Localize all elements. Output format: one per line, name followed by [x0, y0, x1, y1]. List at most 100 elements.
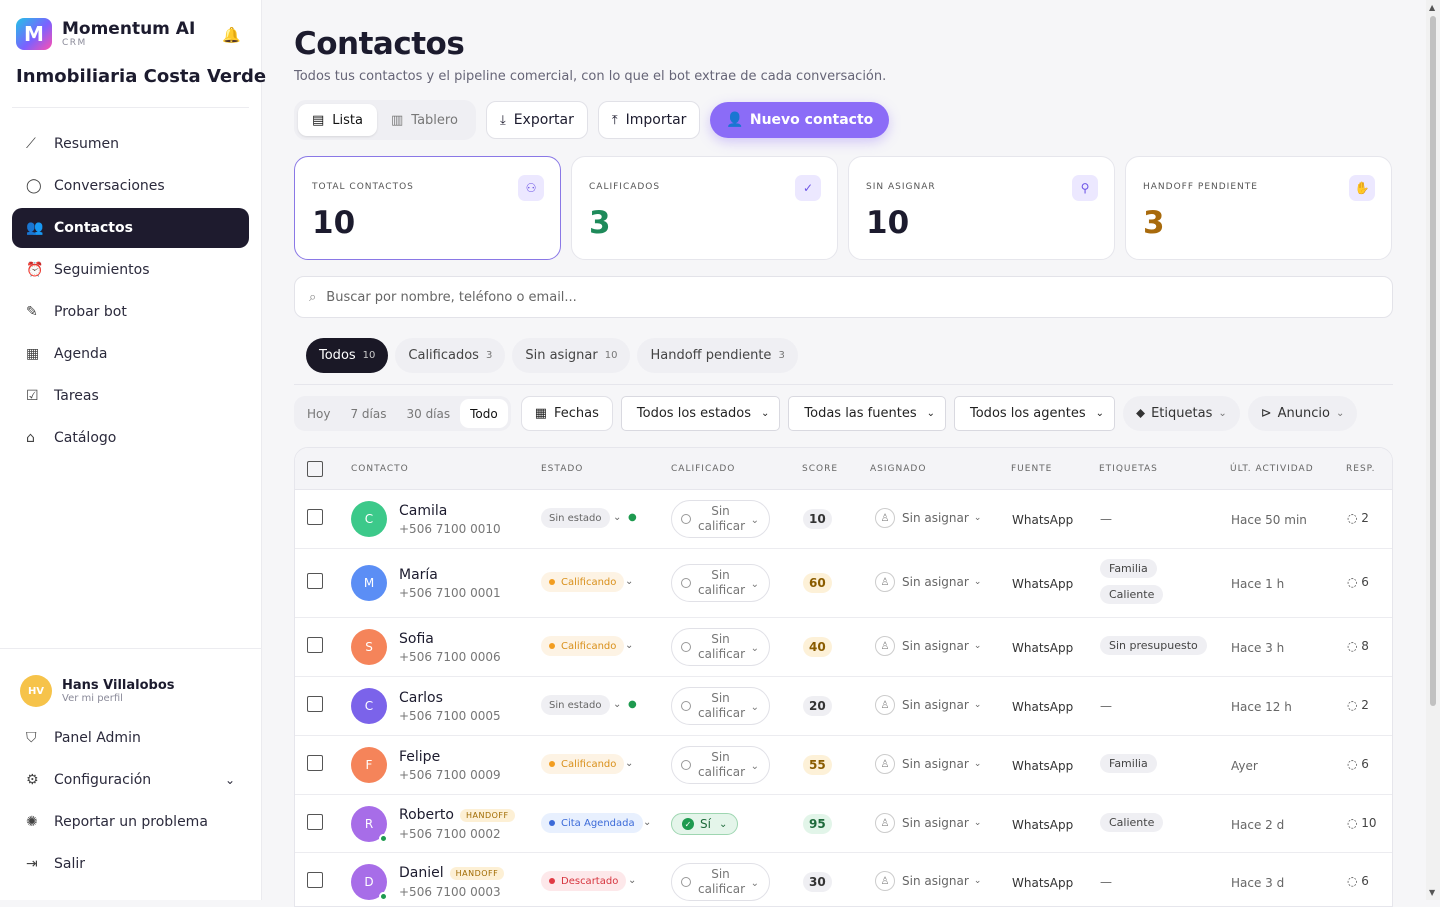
- sidebar-item-probar-bot[interactable]: ✎ Probar bot: [12, 292, 249, 332]
- status-select[interactable]: Todos los estados ⌄: [620, 396, 781, 431]
- profile-link[interactable]: Ver mi perfil: [62, 693, 175, 704]
- tag-chip[interactable]: Caliente: [1100, 585, 1164, 604]
- row-checkbox[interactable]: [307, 696, 323, 712]
- tab-calificados[interactable]: Calificados 3: [395, 338, 506, 373]
- tag-chip[interactable]: Familia: [1100, 754, 1157, 773]
- assign-select[interactable]: ♙ Sin asignar ⌄: [875, 636, 981, 656]
- sidebar-item-logout[interactable]: ⇥ Salir: [12, 844, 249, 884]
- assign-select[interactable]: ♙ Sin asignar ⌄: [875, 695, 981, 715]
- col-resp[interactable]: RESP.: [1346, 464, 1376, 474]
- sidebar-item-resumen[interactable]: ⟋ Resumen: [12, 124, 249, 164]
- new-contact-button[interactable]: 👤 Nuevo contacto: [710, 102, 890, 138]
- table-row[interactable]: R Roberto HANDOFF +506 7100 0002 Cita Age…: [295, 795, 1392, 853]
- sidebar-item-contactos[interactable]: 👥 Contactos: [12, 208, 249, 248]
- tab-sin-asignar[interactable]: Sin asignar 10: [512, 338, 631, 373]
- sidebar-item-agenda[interactable]: ▦ Agenda: [12, 334, 249, 374]
- contact-name[interactable]: Daniel HANDOFF: [399, 865, 505, 881]
- col-score[interactable]: SCORE: [802, 464, 838, 474]
- col-tags[interactable]: ETIQUETAS: [1099, 464, 1158, 474]
- qualified-select[interactable]: Sin calificar ⌄: [671, 687, 770, 725]
- row-checkbox[interactable]: [307, 755, 323, 771]
- status-badge[interactable]: Sin estado: [541, 695, 610, 715]
- sidebar-item-admin[interactable]: ⛉ Panel Admin: [12, 718, 249, 758]
- tags-filter[interactable]: ⬥ Etiquetas ⌄: [1122, 396, 1240, 431]
- page-scrollbar[interactable]: ▲ ▼: [1426, 0, 1440, 900]
- sidebar-item-seguimientos[interactable]: ⏰ Seguimientos: [12, 250, 249, 290]
- row-checkbox[interactable]: [307, 814, 323, 830]
- assign-select[interactable]: ♙ Sin asignar ⌄: [875, 572, 981, 592]
- contact-name[interactable]: Carlos: [399, 690, 443, 706]
- range-todo[interactable]: Todo: [460, 399, 508, 428]
- row-checkbox[interactable]: [307, 573, 323, 589]
- col-qualified[interactable]: CALIFICADO: [671, 464, 735, 474]
- row-checkbox[interactable]: [307, 637, 323, 653]
- qualified-select[interactable]: Sin calificar ⌄: [671, 746, 770, 784]
- tab-handoff[interactable]: Handoff pendiente 3: [637, 338, 798, 373]
- qualified-select[interactable]: ✓ Sí ⌄: [671, 813, 739, 835]
- status-badge[interactable]: Sin estado: [541, 508, 610, 528]
- chevron-down-icon[interactable]: ⌄: [613, 512, 621, 523]
- chevron-down-icon[interactable]: ⌄: [625, 576, 633, 587]
- export-button[interactable]: ⤓ Exportar: [485, 101, 588, 139]
- chevron-down-icon[interactable]: ⌄: [625, 758, 633, 769]
- status-badge[interactable]: Calificando: [541, 636, 625, 656]
- sidebar-item-config[interactable]: ⚙ Configuración ⌄: [12, 760, 249, 800]
- chevron-down-icon[interactable]: ⌄: [613, 699, 621, 710]
- col-contact[interactable]: CONTACTO: [351, 464, 409, 474]
- stat-card-unassigned[interactable]: SIN ASIGNAR 10 ⚲: [848, 156, 1115, 260]
- contact-name[interactable]: Camila: [399, 503, 447, 519]
- sidebar-item-tareas[interactable]: ☑ Tareas: [12, 376, 249, 416]
- status-badge[interactable]: Descartado: [541, 871, 627, 891]
- assign-select[interactable]: ♙ Sin asignar ⌄: [875, 813, 981, 833]
- tag-chip[interactable]: Familia: [1100, 559, 1157, 578]
- contact-name[interactable]: María: [399, 567, 438, 583]
- qualified-select[interactable]: Sin calificar ⌄: [671, 564, 770, 602]
- row-checkbox[interactable]: [307, 872, 323, 888]
- assign-select[interactable]: ♙ Sin asignar ⌄: [875, 508, 981, 528]
- range-7-dias[interactable]: 7 días: [340, 399, 396, 428]
- tag-chip[interactable]: Caliente: [1100, 813, 1164, 832]
- scroll-up-icon[interactable]: ▲: [1429, 3, 1435, 12]
- qualified-select[interactable]: Sin calificar ⌄: [671, 863, 770, 901]
- contact-name[interactable]: Felipe: [399, 749, 440, 765]
- view-list-button[interactable]: ▤ Lista: [298, 104, 377, 136]
- col-activity[interactable]: ÚLT. ACTIVIDAD: [1230, 464, 1314, 474]
- sidebar-item-conversaciones[interactable]: ◯ Conversaciones: [12, 166, 249, 206]
- table-row[interactable]: S Sofia +506 7100 0006 Calificando ⌄ Sin…: [295, 618, 1392, 677]
- source-select[interactable]: Todas las fuentes ⌄: [788, 396, 946, 431]
- status-badge[interactable]: Cita Agendada: [541, 813, 643, 833]
- table-row[interactable]: D Daniel HANDOFF +506 7100 0003 Descartad…: [295, 853, 1392, 906]
- import-button[interactable]: ⤒ Importar: [597, 101, 701, 139]
- chevron-down-icon[interactable]: ⌄: [628, 875, 636, 886]
- range-hoy[interactable]: Hoy: [297, 399, 340, 428]
- status-badge[interactable]: Calificando: [541, 754, 625, 774]
- contact-name[interactable]: Roberto HANDOFF: [399, 807, 515, 823]
- user-profile[interactable]: HV Hans Villalobos Ver mi perfil: [20, 675, 175, 707]
- assign-select[interactable]: ♙ Sin asignar ⌄: [875, 754, 981, 774]
- col-status[interactable]: ESTADO: [541, 464, 583, 474]
- col-assigned[interactable]: ASIGNADO: [870, 464, 926, 474]
- tab-todos[interactable]: Todos 10: [306, 338, 389, 373]
- view-board-button[interactable]: ▥ Tablero: [377, 104, 472, 136]
- qualified-select[interactable]: Sin calificar ⌄: [671, 500, 770, 538]
- stat-card-handoff[interactable]: HANDOFF PENDIENTE 3 ✋: [1125, 156, 1392, 260]
- bell-icon[interactable]: 🔔: [222, 26, 241, 44]
- agent-select[interactable]: Todos los agentes ⌄: [954, 396, 1115, 431]
- table-row[interactable]: F Felipe +506 7100 0009 Calificando ⌄ Si…: [295, 736, 1392, 795]
- chevron-down-icon[interactable]: ⌄: [625, 640, 633, 651]
- table-row[interactable]: C Carlos +506 7100 0005 Sin estado ⌄ ● S…: [295, 677, 1392, 736]
- sidebar-item-report[interactable]: ✺ Reportar un problema: [12, 802, 249, 842]
- scroll-down-icon[interactable]: ▼: [1429, 888, 1435, 897]
- tag-chip[interactable]: Sin presupuesto: [1100, 636, 1207, 655]
- col-source[interactable]: FUENTE: [1011, 464, 1052, 474]
- table-row[interactable]: C Camila +506 7100 0010 Sin estado ⌄ ● S…: [295, 490, 1392, 549]
- status-badge[interactable]: Calificando: [541, 572, 625, 592]
- stat-card-qualified[interactable]: CALIFICADOS 3 ✓: [571, 156, 838, 260]
- chevron-down-icon[interactable]: ⌄: [643, 817, 651, 828]
- assign-select[interactable]: ♙ Sin asignar ⌄: [875, 871, 981, 891]
- contact-name[interactable]: Sofia: [399, 631, 434, 647]
- table-row[interactable]: M María +506 7100 0001 Calificando ⌄ Sin…: [295, 549, 1392, 618]
- ad-filter[interactable]: ⊳ Anuncio ⌄: [1247, 396, 1358, 431]
- range-30-dias[interactable]: 30 días: [396, 399, 460, 428]
- search-input[interactable]: [326, 289, 1227, 305]
